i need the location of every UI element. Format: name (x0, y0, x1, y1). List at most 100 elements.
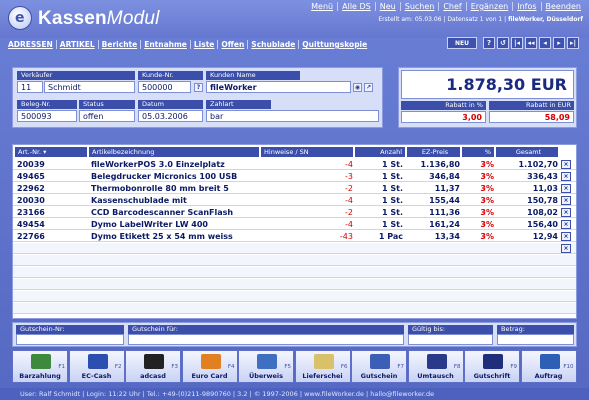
table-row[interactable]: 49465 Belegdrucker Micronics 100 USB -3 1 S… (13, 171, 576, 182)
datum-field[interactable]: 05.03.2006 (138, 110, 203, 122)
status-field[interactable]: offen (79, 110, 135, 122)
nav-offen[interactable]: Offen (217, 40, 247, 49)
remove-row-icon[interactable]: × (561, 208, 571, 217)
customer-open-icon[interactable]: ↗ (364, 83, 373, 92)
col-pct[interactable]: % (462, 147, 494, 157)
rabatt-pct-field[interactable]: 3,00 (401, 111, 486, 123)
col-art-nr[interactable]: Art.-Nr. ▾ (15, 147, 87, 157)
menu-item-chef[interactable]: Chef (438, 2, 465, 11)
fkey-button-f3[interactable]: adcasd F3 (125, 350, 181, 383)
zahlart-field[interactable]: bar (206, 110, 379, 122)
col-anzahl[interactable]: Anzahl (355, 147, 405, 157)
remove-row-icon[interactable]: × (561, 160, 571, 169)
menu-item-beenden[interactable]: Beenden (540, 2, 585, 11)
refresh-button[interactable]: ↺ (497, 37, 509, 49)
remove-row-icon[interactable]: × (561, 232, 571, 241)
table-row[interactable] (13, 279, 576, 290)
menu-item-infos[interactable]: Infos (512, 2, 540, 11)
verkaeufer-label: Verkäufer (17, 71, 135, 80)
beleg-field[interactable]: 500093 (17, 110, 77, 122)
fkey-button-f7[interactable]: Gutschein F7 (351, 350, 407, 383)
hint-cell: -2 (345, 184, 353, 193)
prev-page-button[interactable]: ◂◂ (525, 37, 537, 49)
fkey-button-f10[interactable]: Auftrag F10 (520, 350, 577, 383)
nav-berichte[interactable]: Berichte (97, 40, 141, 49)
gutschein-nr-field[interactable] (16, 334, 124, 345)
prev-record-button[interactable]: ◂ (539, 37, 551, 49)
nav-schublade[interactable]: Schublade (247, 40, 298, 49)
gueltig-bis-field[interactable] (408, 334, 493, 345)
col-artikelbezeichnung[interactable]: Artikelbezeichnung (89, 147, 259, 157)
title-bar: e KassenModul Menü Alle DS Neu Suchen Ch… (0, 0, 589, 38)
betrag-field[interactable] (497, 334, 574, 345)
art-nr-cell: 22962 (17, 184, 45, 193)
menu-item-ergaenzen[interactable]: Ergänzen (465, 2, 512, 11)
total-cell: 108,02 (527, 208, 558, 217)
description-cell: Kassenschublade mit (91, 196, 187, 205)
table-row[interactable]: 22766 Dymo Etikett 25 x 54 mm weiss -43 1 P… (13, 231, 576, 242)
ec-card-icon (87, 354, 108, 369)
fkey-shortcut: F2 (114, 364, 122, 370)
table-row[interactable] (13, 303, 576, 314)
remove-row-icon[interactable]: × (561, 184, 571, 193)
nav-entnahme[interactable]: Entnahme (140, 40, 190, 49)
new-record-button[interactable]: NEU (447, 37, 477, 49)
function-key-bar: Barzahlung F1 EC-Cash F2 adcasd F3 Euro Card F4… (12, 350, 577, 384)
table-row[interactable]: 49454 Dymo LabelWriter LW 400 -4 1 St. 161,2… (13, 219, 576, 230)
description-cell: Belegdrucker Micronics 100 USB (91, 172, 238, 181)
remove-row-icon[interactable]: × (561, 220, 571, 229)
col-hinweise[interactable]: Hinweise / SN (261, 147, 353, 157)
nav-liste[interactable]: Liste (189, 40, 218, 49)
table-row[interactable] (13, 291, 576, 302)
table-row[interactable]: 20030 Kassenschublade mit -4 1 St. 155,44 3% 1… (13, 195, 576, 206)
remove-row-icon[interactable]: × (561, 244, 571, 253)
total-cell: 11,03 (532, 184, 558, 193)
customer-help-button[interactable]: ? (194, 83, 203, 92)
remove-row-icon[interactable]: × (561, 196, 571, 205)
table-row[interactable]: 20039 fileWorkerPOS 3.0 Einzelplatz -4 1 St… (13, 159, 576, 170)
verkaeufer-name-field[interactable]: Schmidt (44, 81, 135, 93)
menu-item-neu[interactable]: Neu (374, 2, 400, 11)
zahlart-label: Zahlart (206, 100, 271, 109)
fkey-button-f5[interactable]: Überweis F5 (238, 350, 294, 383)
fkey-label: Umtausch (417, 372, 454, 380)
gutschein-nr-label: Gutschein-Nr: (16, 325, 124, 334)
menu-item-menue[interactable]: Menü (307, 2, 337, 11)
menu-item-alle-ds[interactable]: Alle DS (337, 2, 375, 11)
next-record-button[interactable]: ▸ (553, 37, 565, 49)
nav-artikel[interactable]: ARTIKEL (55, 40, 98, 49)
table-row[interactable]: × (13, 243, 576, 254)
discount-cell: 3% (480, 232, 494, 241)
table-row[interactable]: 23166 CCD Barcodescanner ScanFlash -2 1 St.… (13, 207, 576, 218)
menu-item-suchen[interactable]: Suchen (399, 2, 439, 11)
price-cell: 161,24 (429, 220, 460, 229)
last-record-button[interactable]: ▸| (567, 37, 579, 49)
fkey-button-f4[interactable]: Euro Card F4 (181, 350, 238, 383)
folder-icon (313, 354, 334, 369)
col-gesamt[interactable]: Gesamt (496, 147, 558, 157)
table-row[interactable]: 22962 Thermobonrolle 80 mm breit 5 -2 1 St.… (13, 183, 576, 194)
articles-table: Art.-Nr. ▾ Artikelbezeichnung Hinweise /… (12, 144, 577, 319)
kunde-nr-field[interactable]: 500000 (138, 81, 191, 93)
cash-icon (31, 354, 51, 369)
nav-quittungskopie[interactable]: Quittungskopie (298, 40, 370, 49)
fkey-button-f2[interactable]: EC-Cash F2 (68, 350, 125, 383)
fkey-button-f9[interactable]: Gutschrift F9 (464, 350, 520, 383)
nav-adressen[interactable]: ADRESSEN (8, 40, 56, 49)
fkey-button-f1[interactable]: Barzahlung F1 (12, 350, 68, 383)
kunden-name-field[interactable]: fileWorker (206, 81, 351, 93)
help-button[interactable]: ? (483, 37, 495, 49)
fkey-button-f8[interactable]: Umtausch F8 (407, 350, 464, 383)
remove-row-icon[interactable]: × (561, 172, 571, 181)
verkaeufer-id-field[interactable]: 11 (17, 81, 43, 93)
first-record-button[interactable]: |◂ (511, 37, 523, 49)
kunde-nr-label: Kunde-Nr. (138, 71, 203, 80)
gutschein-fuer-field[interactable] (128, 334, 404, 345)
col-ez-preis[interactable]: EZ-Preis (407, 147, 460, 157)
table-row[interactable] (13, 267, 576, 278)
rabatt-eur-field[interactable]: 58,09 (489, 111, 574, 123)
customer-info-icon[interactable]: ◉ (353, 83, 362, 92)
table-row[interactable] (13, 255, 576, 266)
fkey-button-f6[interactable]: Lieferschei F6 (294, 350, 351, 383)
quantity-cell: 1 St. (382, 172, 403, 181)
